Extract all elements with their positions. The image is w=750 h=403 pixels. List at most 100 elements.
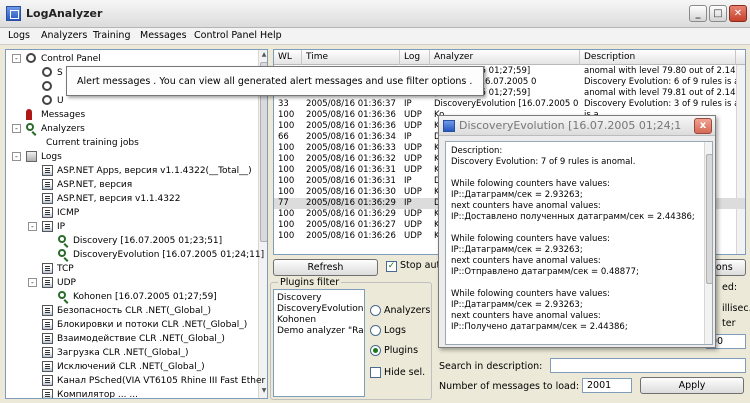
tree-node[interactable]: Исключений CLR .NET(_Global_) [6, 360, 256, 374]
tree-node[interactable]: Блокировки и потоки CLR .NET(_Global_) [6, 318, 256, 332]
cell-time: 2005/08/16 01:36:29 [306, 209, 396, 219]
popup-close-button[interactable]: x [694, 118, 712, 134]
cell-log: IP [404, 132, 412, 142]
tree-node[interactable]: DiscoveryEvolution [16.07.2005 01;24;11] [6, 248, 264, 262]
cell-log: UDP [404, 220, 422, 230]
popup-text-line: While folowing counters have values: [451, 179, 610, 189]
popup-text-line: IP::Датаграмм/сек = 2.93263; [451, 190, 583, 200]
cell-log: UDP [404, 154, 422, 164]
window-title: LogAnalyzer [26, 7, 103, 20]
search-label: Search in description: [439, 361, 543, 372]
tree-node[interactable]: Компилятор ... ... [6, 388, 256, 398]
popup-text-line: IP::Получено датаграмм/сек = 2.44386; [451, 322, 628, 332]
apply-button[interactable]: Apply [640, 377, 744, 394]
tree-node[interactable]: Current training jobs [6, 136, 256, 150]
close-button[interactable]: ✕ [729, 5, 747, 22]
list-header: WL Time Log Analyzer Description [274, 50, 745, 65]
popup-text-area[interactable]: Description: Discovery Evolution: 7 of 9 … [445, 141, 713, 345]
tree-expander-icon[interactable]: - [12, 124, 21, 133]
tree-node[interactable]: - Analyzers [6, 122, 256, 136]
plugins-list[interactable]: Discovery DiscoveryEvolution Kohonen Demo a… [273, 289, 365, 397]
popup-scroll-thumb[interactable] [706, 154, 712, 284]
refresh-button[interactable]: Refresh [273, 259, 378, 276]
list-item[interactable]: Discovery [277, 293, 321, 303]
analyzer-icon [58, 291, 66, 299]
list-item[interactable]: Demo analyzer "Rand [277, 326, 364, 336]
side-label-2: illisec. [722, 303, 750, 314]
tree-node[interactable]: ASP.NET, версия v1.1.4322 [6, 192, 256, 206]
menu-help[interactable]: Help [260, 30, 282, 41]
radio-logs-label: Logs [384, 325, 406, 336]
list-item[interactable]: Kohonen [277, 315, 316, 325]
radio-plugins[interactable] [370, 345, 381, 356]
stop-auto-checkbox[interactable]: ✓ [386, 261, 397, 272]
cell-desc: Discovery Evolution: 3 of 9 rules is a [584, 99, 736, 109]
alert-detail-popup[interactable]: DiscoveryEvolution [16.07.2005 01;24;1 x… [438, 115, 716, 348]
log-icon [42, 207, 53, 218]
col-description[interactable]: Description [580, 50, 736, 65]
tree-node[interactable]: Discovery [16.07.2005 01;23;51] [6, 234, 256, 248]
cell-time: 2005/08/16 01:36:30 [306, 187, 396, 197]
popup-title: DiscoveryEvolution [16.07.2005 01;24;1 [459, 119, 682, 132]
tree-expander-icon[interactable]: - [28, 278, 37, 287]
cell-time: 2005/08/16 01:36:36 [306, 121, 396, 131]
tree-node[interactable]: ASP.NET Apps, версия v1.1.4322(__Total__… [6, 164, 256, 178]
tree-node[interactable]: ASP.NET, версия [6, 178, 256, 192]
tree-node[interactable]: Messages [6, 108, 256, 122]
cell-log: UDP [404, 110, 422, 120]
tree-node[interactable]: - Logs [6, 150, 256, 164]
radio-logs[interactable] [370, 325, 381, 336]
analyzer-icon [58, 235, 66, 243]
navigation-tree[interactable]: ▲ ▼ - Control Panel S U Messages - Analyzers Cu… [5, 49, 268, 399]
tree-node[interactable]: Kohonen [16.07.2005 01;27;59] [6, 290, 256, 304]
tree-node[interactable]: - Control Panel [6, 52, 256, 66]
col-wl[interactable]: WL [274, 50, 302, 65]
scroll-up-icon[interactable]: ▲ [260, 51, 267, 61]
cell-analyzer: DiscoveryEvolution [16.07.2005 0 [434, 99, 579, 109]
search-input[interactable] [550, 358, 746, 373]
tree-expander-icon[interactable]: - [12, 54, 21, 63]
popup-scrollbar[interactable] [704, 142, 712, 344]
app-icon [6, 6, 21, 21]
tree-node-label: UDP [57, 278, 76, 288]
hide-sel-checkbox[interactable] [370, 367, 381, 378]
cell-log: UDP [404, 231, 422, 241]
tree-node[interactable]: Безопасность CLR .NET(_Global_) [6, 304, 256, 318]
tree-node-label: Безопасность CLR .NET(_Global_) [57, 306, 212, 316]
log-icon [42, 319, 53, 330]
col-time[interactable]: Time [302, 50, 400, 65]
cell-wl: 66 [278, 132, 289, 142]
table-row[interactable]: 33 2005/08/16 01:36:37 IP DiscoveryEvolutio… [274, 99, 745, 110]
cell-time: 2005/08/16 01:36:31 [306, 176, 396, 186]
scroll-down-icon[interactable]: ▼ [260, 387, 267, 397]
tree-expander-icon[interactable]: - [12, 152, 21, 161]
col-analyzer[interactable]: Analyzer [430, 50, 580, 65]
tree-node[interactable]: TCP [6, 262, 256, 276]
cell-time: 2005/08/16 01:36:31 [306, 165, 396, 175]
tree-node[interactable]: Канал PSched(VIA VT6105 Rhine III Fast E… [6, 374, 265, 388]
count-input[interactable]: 2001 [582, 378, 632, 393]
tree-expander-icon[interactable]: - [28, 222, 37, 231]
radio-analyzers[interactable] [370, 305, 381, 316]
tree-node[interactable]: ICMP [6, 206, 256, 220]
menu-messages[interactable]: Messages [140, 30, 187, 41]
menu-analyzers[interactable]: Analyzers [41, 30, 87, 41]
title-bar: LogAnalyzer _ □ ✕ [0, 0, 750, 28]
cell-time: 2005/08/16 01:36:32 [306, 154, 396, 164]
col-log[interactable]: Log [400, 50, 430, 65]
menu-logs[interactable]: Logs [8, 30, 30, 41]
menu-control-panel[interactable]: Control Panel [194, 30, 257, 41]
cell-log: IP [404, 198, 412, 208]
tree-node[interactable]: - UDP [6, 276, 256, 290]
tree-node-label: U [57, 96, 64, 106]
tree-node[interactable]: U [6, 94, 256, 108]
maximize-button[interactable]: □ [709, 5, 727, 22]
minimize-button[interactable]: _ [689, 5, 707, 22]
tree-node[interactable]: Загрузка CLR .NET(_Global_) [6, 346, 256, 360]
tree-node[interactable]: - IP [6, 220, 256, 234]
tree-node[interactable]: Взаимодействие CLR .NET(_Global_) [6, 332, 256, 346]
list-item[interactable]: DiscoveryEvolution [277, 304, 363, 314]
menu-training[interactable]: Training [93, 30, 131, 41]
tree-scrollbar[interactable]: ▲ ▼ [258, 50, 267, 398]
cell-wl: 100 [278, 220, 295, 230]
